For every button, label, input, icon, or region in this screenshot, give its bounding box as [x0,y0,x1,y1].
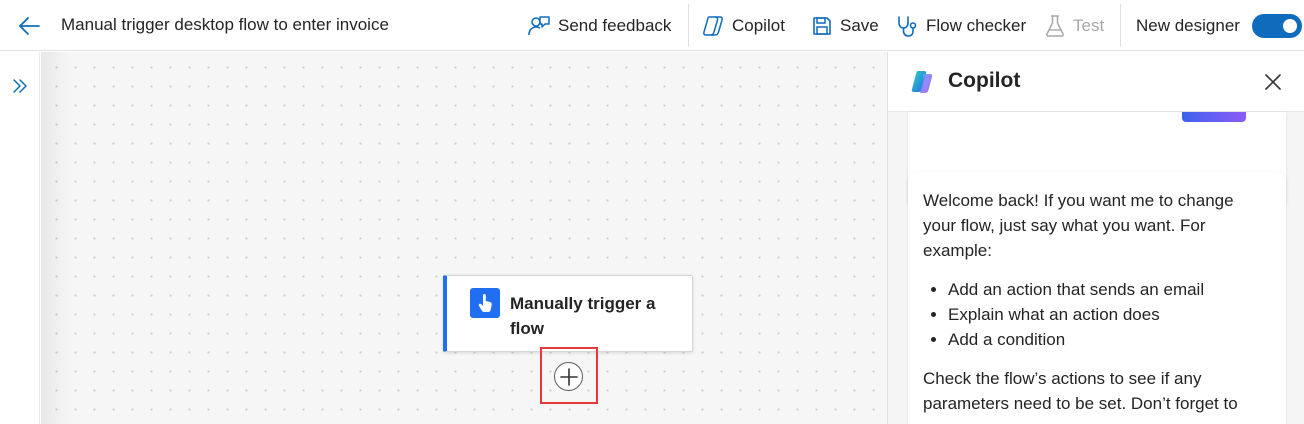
trigger-card-label: Manually trigger a flow [510,294,656,338]
feedback-icon [528,16,550,36]
message-outro: Check the flow’s actions to see if any p… [923,369,1238,413]
new-designer-toggle[interactable] [1252,14,1302,38]
test-button[interactable]: Test [1044,13,1104,39]
copilot-panel-title: Copilot [948,69,1021,92]
copilot-logo-icon [911,71,933,93]
save-button[interactable]: Save [811,13,879,39]
back-button[interactable] [14,12,44,40]
copilot-button[interactable]: Copilot [701,13,785,39]
save-icon [813,17,831,35]
plus-icon [559,367,578,386]
toolbar-divider [1120,4,1121,47]
add-step-button[interactable] [554,362,583,391]
copilot-label: Copilot [732,16,785,35]
copilot-panel: Copilot Welcome back! If you want me to … [887,52,1304,424]
close-panel-button[interactable] [1259,68,1287,96]
list-item: Add a condition [948,327,1270,352]
flow-title: Manual trigger desktop flow to enter inv… [61,15,389,34]
new-designer-label: New designer [1136,16,1240,35]
left-rail [0,52,40,424]
test-label: Test [1073,16,1105,35]
flow-canvas[interactable] [41,52,887,424]
copilot-message-card: Welcome back! If you want me to change y… [908,172,1286,424]
send-feedback-button[interactable]: Send feedback [527,13,671,39]
top-toolbar: Manual trigger desktop flow to enter inv… [0,0,1304,51]
example-list: Add an action that sends an email Explai… [923,277,1270,352]
trigger-card[interactable]: Manually trigger a flow [443,275,693,352]
copilot-panel-header: Copilot [888,52,1304,112]
expand-panel-button[interactable] [8,74,32,98]
copilot-icon [703,16,723,36]
send-feedback-label: Send feedback [558,16,672,35]
double-chevron-right-icon [13,79,27,93]
save-label: Save [840,16,879,35]
flow-checker-label: Flow checker [926,16,1027,35]
flow-checker-button[interactable]: Flow checker [895,13,1026,39]
back-arrow-icon [19,17,40,35]
toggle-knob [1283,19,1297,33]
message-intro: Welcome back! If you want me to change y… [923,191,1234,260]
previous-message-button[interactable] [1182,112,1246,122]
close-icon [1265,74,1281,90]
touch-hand-icon [470,288,500,318]
toolbar-divider [688,4,689,47]
list-item: Explain what an action does [948,302,1270,327]
list-item: Add an action that sends an email [948,277,1270,302]
beaker-icon [1046,15,1064,37]
stethoscope-icon [898,16,917,37]
